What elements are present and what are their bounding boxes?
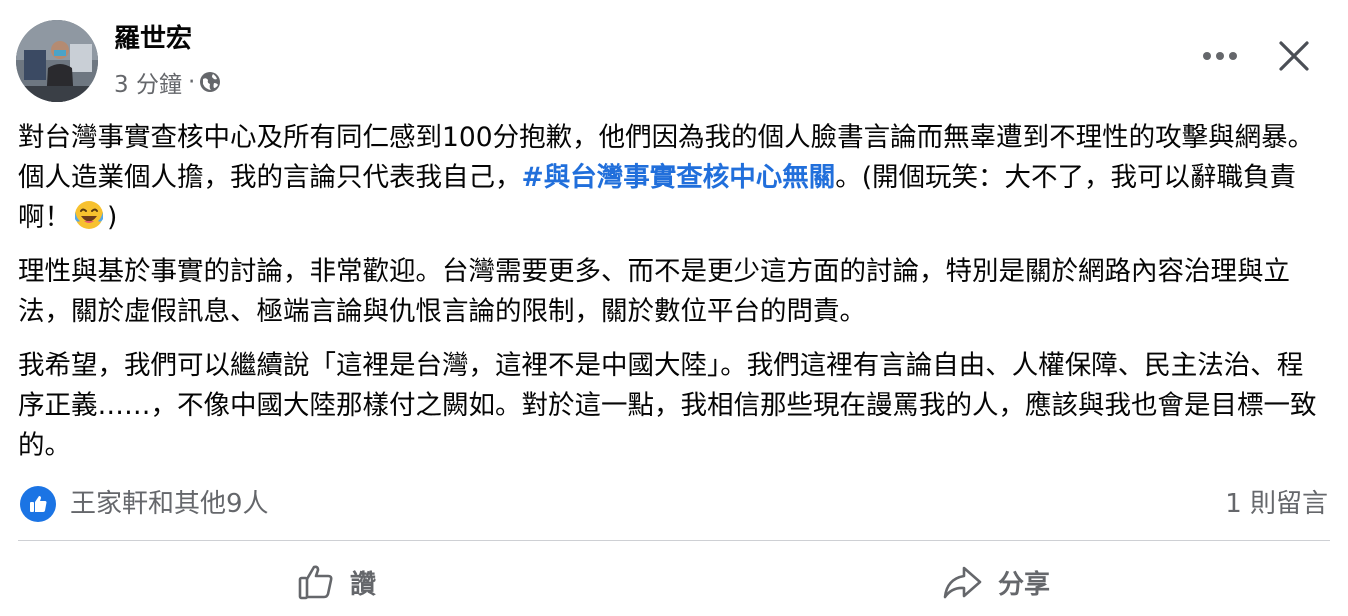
post-body: 對台灣事實查核中心及所有同仁感到100分抱歉，他們因為我的個人臉書言論而無辜遭到… (18, 118, 1324, 480)
paragraph-1-closing: ) (107, 202, 118, 233)
thumbs-up-icon (296, 562, 336, 602)
like-icon[interactable] (20, 486, 56, 522)
post-timestamp[interactable]: 3 分鐘 (114, 65, 182, 99)
like-label: 讚 (350, 569, 377, 600)
close-icon (1279, 41, 1309, 71)
globe-icon[interactable] (199, 71, 221, 93)
reactors-summary-text[interactable]: 王家軒和其他9人 (70, 486, 269, 522)
meta-separator: · (187, 69, 196, 95)
post-paragraph-2: 理性與基於事實的討論，非常歡迎。台灣需要更多、而不是更少這方面的討論，特別是關於… (18, 256, 1290, 327)
like-button[interactable]: 讚 (296, 556, 376, 608)
author-name[interactable]: 羅世宏 (114, 22, 192, 56)
more-options-button[interactable] (1196, 36, 1244, 76)
divider (18, 540, 1330, 541)
post-paragraph-3: 我希望，我們可以繼續說「這裡是台灣，這裡不是中國大陸」。我們這裡有言論自由、人權… (18, 350, 1317, 461)
author-avatar[interactable] (16, 20, 98, 102)
comments-count[interactable]: 1 則留言 (1225, 486, 1328, 522)
reactions-summary: 王家軒和其他9人 1 則留言 (20, 484, 1330, 524)
share-icon (940, 562, 984, 602)
avatar-photo (16, 20, 98, 102)
post-meta: 3 分鐘 · (114, 64, 221, 100)
more-horizontal-icon (1203, 52, 1237, 60)
hashtag-link[interactable]: #與台灣事實查核中心無關 (522, 162, 836, 193)
post-paragraph-1: 對台灣事實查核中心及所有同仁感到100分抱歉，他們因為我的個人臉書言論而無辜遭到… (18, 118, 1324, 238)
tears-of-joy-emoji (75, 201, 103, 229)
share-button[interactable]: 分享 (940, 556, 1050, 608)
share-label: 分享 (998, 569, 1051, 600)
close-button[interactable] (1270, 32, 1318, 80)
